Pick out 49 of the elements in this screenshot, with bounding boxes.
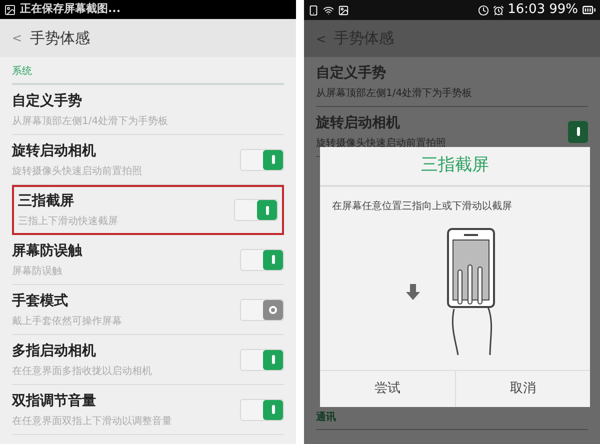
- toggle-switch[interactable]: [240, 298, 284, 320]
- section-label: 系统: [12, 64, 32, 79]
- dialog-title: 三指截屏: [421, 154, 489, 178]
- item-subtitle: 屏幕防误触: [12, 264, 63, 278]
- settings-item[interactable]: 手套模式 戴上手套依然可操作屏幕: [12, 285, 284, 335]
- dialog-button[interactable]: 取消: [454, 371, 590, 407]
- toggle-switch[interactable]: [240, 348, 284, 370]
- item-title: 三指截屏: [18, 192, 75, 211]
- item-title: 自定义手势: [12, 92, 83, 110]
- alarm-icon: [492, 4, 504, 16]
- image-icon: [4, 4, 16, 16]
- settings-item[interactable]: 双指调节音量 在任意界面双指上下滑动以调整音量: [12, 385, 284, 435]
- item-title: 自定义手势: [316, 64, 387, 82]
- section-label: 通讯: [316, 410, 336, 425]
- item-subtitle: 在任意界面双指上下滑动以调整音量: [12, 414, 172, 428]
- toggle-switch[interactable]: [240, 248, 284, 270]
- item-title: 多指启动相机: [12, 342, 97, 360]
- item-subtitle: 戴上手套依然可操作屏幕: [12, 314, 122, 328]
- sim-icon: [308, 4, 319, 16]
- item-subtitle: 从屏幕顶部左侧1/4处滑下为手势板: [12, 114, 168, 128]
- wifi-icon: [323, 4, 334, 16]
- battery-percent: 99%: [549, 1, 578, 20]
- toggle-switch[interactable]: [240, 398, 284, 420]
- settings-item[interactable]: 屏幕防误触 屏幕防误触: [12, 235, 284, 285]
- item-subtitle: 旋转摄像头快速启动前置拍照: [12, 164, 142, 178]
- item-title: 屏幕防误触: [12, 242, 82, 260]
- settings-item[interactable]: 旋转启动相机 旋转摄像头快速启动前置拍照: [12, 135, 284, 185]
- page-title: 手势体感: [30, 28, 90, 49]
- item-title: 手套模式: [12, 292, 69, 310]
- status-time: 16:03: [508, 1, 546, 20]
- settings-item[interactable]: 三指截屏 三指上下滑动快速截屏: [12, 185, 284, 235]
- battery-icon: [582, 3, 596, 17]
- down-arrow-icon: [406, 284, 420, 300]
- item-title: 双指调节音量: [12, 392, 97, 410]
- status-text: 正在保存屏幕截图...: [20, 1, 121, 18]
- item-title: 旋转启动相机: [12, 142, 97, 160]
- item-subtitle: 旋转摄像头快速启动前置拍照: [316, 136, 446, 150]
- settings-item[interactable]: 多指启动相机 在任意界面多指收拢以启动相机: [12, 335, 284, 385]
- item-title: 旋转启动相机: [316, 114, 401, 132]
- dialog-button[interactable]: 尝试: [320, 371, 454, 407]
- clock-icon: [478, 4, 489, 16]
- item-subtitle: 三指上下滑动快速截屏: [18, 214, 118, 229]
- item-subtitle: 在任意界面多指收拢以启动相机: [12, 364, 152, 378]
- dialog-message: 在屏幕任意位置三指向上或下滑动以截屏: [331, 200, 513, 214]
- item-subtitle: 从屏幕顶部左侧1/4处滑下为手势板: [316, 86, 472, 100]
- toggle-switch[interactable]: [234, 199, 278, 221]
- image-icon: [338, 4, 349, 16]
- settings-item[interactable]: 自定义手势 从屏幕顶部左侧1/4处滑下为手势板: [12, 85, 284, 135]
- toggle-switch[interactable]: [240, 148, 284, 170]
